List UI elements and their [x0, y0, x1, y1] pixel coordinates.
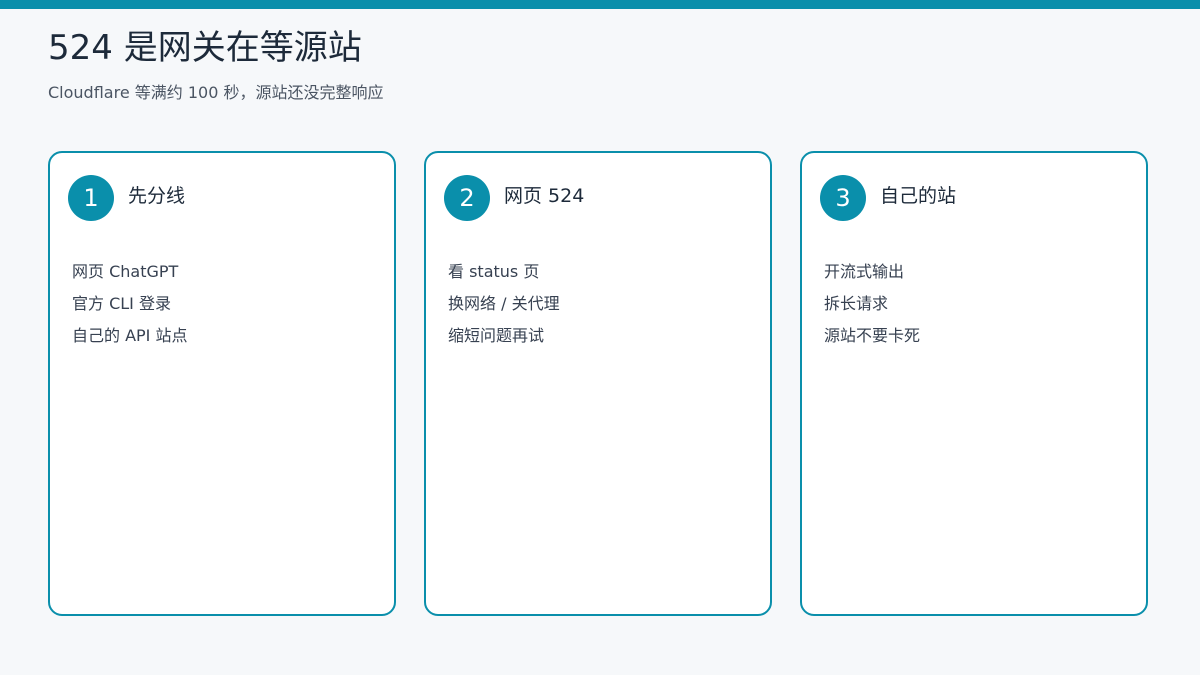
list-item: 网页 ChatGPT: [72, 262, 179, 281]
step-item-list: 看 status 页 换网络 / 关代理 缩短问题再试: [448, 256, 560, 352]
step-card-title: 先分线: [128, 185, 186, 207]
list-item: 换网络 / 关代理: [448, 294, 560, 313]
top-accent-bar: [0, 0, 1200, 9]
step-card-title: 网页 524: [504, 185, 585, 207]
step-number-badge: 2: [444, 175, 490, 221]
list-item: 开流式输出: [824, 262, 905, 281]
step-card-1: 1 先分线 网页 ChatGPT 官方 CLI 登录 自己的 API 站点: [48, 151, 396, 616]
page-title: 524 是网关在等源站: [48, 28, 362, 68]
step-item-list: 网页 ChatGPT 官方 CLI 登录 自己的 API 站点: [72, 256, 188, 352]
step-number-badge: 3: [820, 175, 866, 221]
list-item: 官方 CLI 登录: [72, 294, 171, 313]
step-card-title: 自己的站: [880, 185, 957, 207]
page-subtitle: Cloudflare 等满约 100 秒，源站还没完整响应: [48, 83, 384, 102]
step-item-list: 开流式输出 拆长请求 源站不要卡死: [824, 256, 920, 352]
list-item: 拆长请求: [824, 294, 889, 313]
list-item: 源站不要卡死: [824, 326, 921, 345]
step-number-badge: 1: [68, 175, 114, 221]
step-card-2: 2 网页 524 看 status 页 换网络 / 关代理 缩短问题再试: [424, 151, 772, 616]
step-card-3: 3 自己的站 开流式输出 拆长请求 源站不要卡死: [800, 151, 1148, 616]
list-item: 看 status 页: [448, 262, 540, 281]
list-item: 缩短问题再试: [448, 326, 545, 345]
list-item: 自己的 API 站点: [72, 326, 188, 345]
